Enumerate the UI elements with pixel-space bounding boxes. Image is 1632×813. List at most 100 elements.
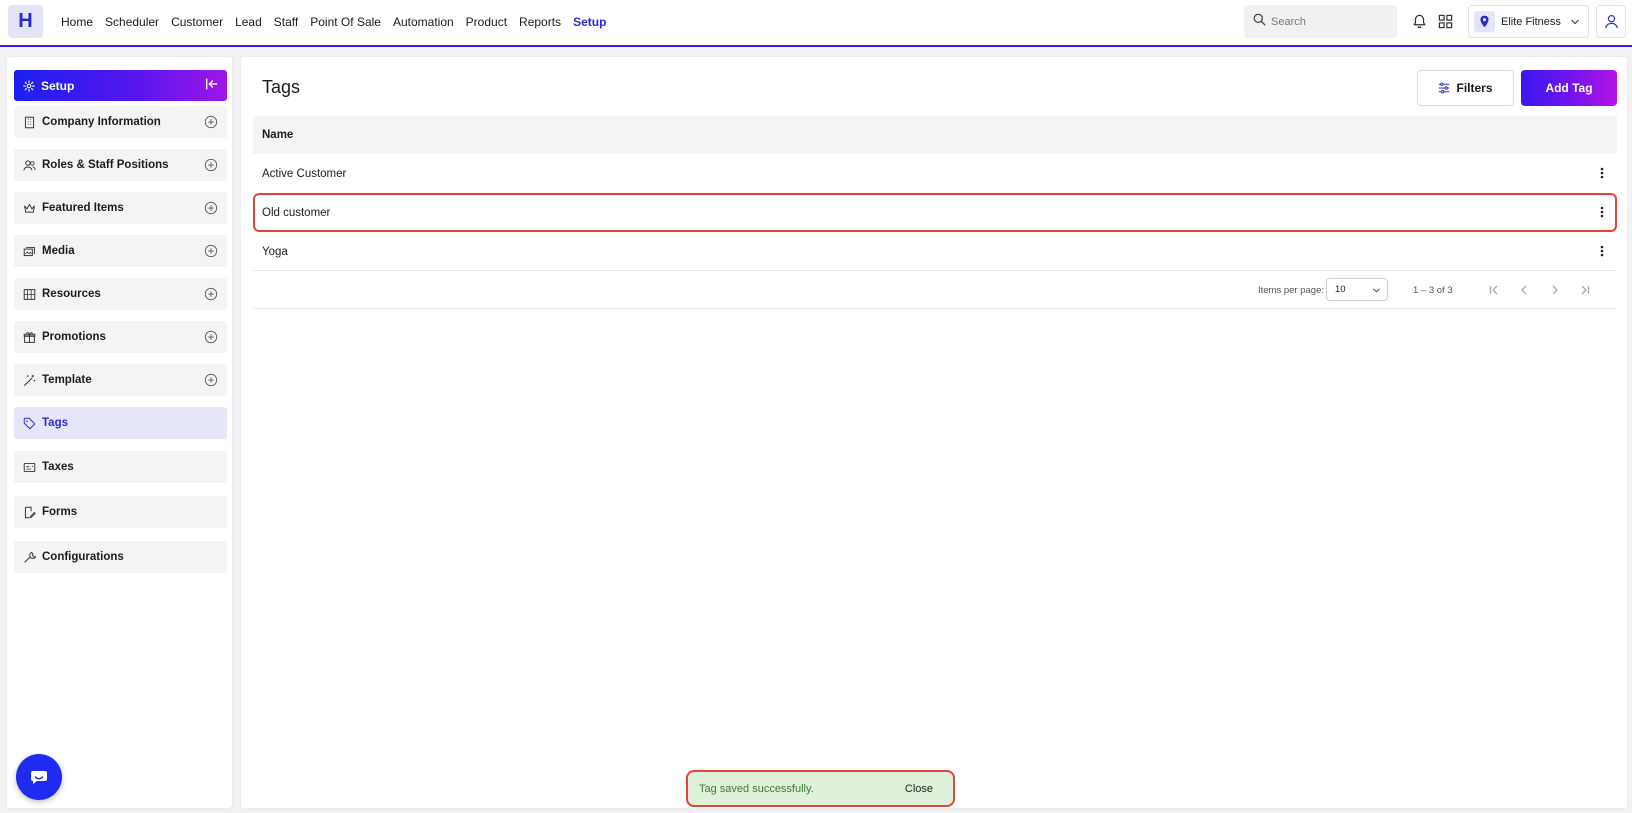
toast-message: Tag saved successfully.: [699, 782, 814, 795]
sidebar-item-template[interactable]: Template: [14, 364, 227, 396]
more-options-icon[interactable]: [1595, 166, 1609, 180]
nav-reports[interactable]: Reports: [519, 15, 561, 29]
sidebar-item-label: Company Information: [42, 116, 161, 128]
nav-automation[interactable]: Automation: [393, 15, 454, 29]
nav-setup[interactable]: Setup: [573, 15, 606, 29]
tags-table: Name Active Customer Old customer Yoga: [253, 116, 1617, 271]
chat-icon: [30, 769, 48, 785]
sidebar-item-label: Promotions: [42, 331, 106, 343]
sidebar-item-label: Configurations: [42, 551, 124, 563]
nav-scheduler[interactable]: Scheduler: [105, 15, 159, 29]
tag-icon: [22, 416, 36, 430]
sidebar-item-configurations[interactable]: Configurations: [14, 541, 227, 573]
previous-page-icon[interactable]: [1516, 282, 1532, 298]
filters-button[interactable]: Filters: [1417, 70, 1514, 106]
nav-customer[interactable]: Customer: [171, 15, 223, 29]
expand-plus-icon[interactable]: [204, 373, 218, 390]
expand-plus-icon[interactable]: [204, 330, 218, 347]
table-header-name[interactable]: Name: [253, 116, 1617, 154]
items-per-page-select[interactable]: 10: [1326, 278, 1388, 301]
page-title: Tags: [262, 77, 301, 97]
top-nav-bar: H Home Scheduler Customer Lead Staff Poi…: [0, 0, 1632, 47]
expand-plus-icon[interactable]: [204, 201, 218, 218]
main-nav: Home Scheduler Customer Lead Staff Point…: [61, 0, 618, 43]
wrench-icon: [22, 550, 36, 564]
filter-sliders-icon: [1439, 82, 1450, 94]
search-input[interactable]: [1271, 15, 1381, 28]
user-icon: [1604, 14, 1619, 29]
add-tag-button[interactable]: Add Tag: [1521, 70, 1617, 106]
sidebar-item-resources[interactable]: Resources: [14, 278, 227, 310]
sidebar-item-company-information[interactable]: Company Information: [14, 106, 227, 138]
nav-point-of-sale[interactable]: Point Of Sale: [310, 15, 381, 29]
sidebar-item-media[interactable]: Media: [14, 235, 227, 267]
form-edit-icon: [22, 505, 36, 519]
chat-support-button[interactable]: [16, 754, 62, 800]
next-page-icon[interactable]: [1547, 282, 1563, 298]
nav-staff[interactable]: Staff: [274, 15, 298, 29]
crown-icon: [22, 201, 36, 215]
sidebar-item-forms[interactable]: Forms: [14, 496, 227, 528]
more-options-icon[interactable]: [1595, 244, 1609, 258]
nav-lead[interactable]: Lead: [235, 15, 262, 29]
nav-product[interactable]: Product: [466, 15, 507, 29]
media-icon: [22, 244, 36, 258]
nav-home[interactable]: Home: [61, 15, 93, 29]
setup-sidebar: Setup Company Information Roles & Staff …: [6, 56, 233, 809]
sidebar-item-tags[interactable]: Tags: [14, 407, 227, 439]
magic-wand-icon: [22, 373, 36, 387]
sidebar-item-roles-staff-positions[interactable]: Roles & Staff Positions: [14, 149, 227, 181]
more-options-icon[interactable]: [1595, 205, 1609, 219]
items-per-page-label: Items per page:: [1258, 285, 1325, 296]
success-toast: Tag saved successfully. Close: [686, 770, 955, 807]
toast-close-button[interactable]: Close: [905, 783, 933, 795]
tax-card-icon: [22, 460, 36, 474]
sidebar-item-label: Roles & Staff Positions: [42, 159, 169, 171]
sidebar-header-label: Setup: [41, 78, 75, 93]
gift-icon: [22, 330, 36, 344]
building-icon: [22, 115, 36, 129]
users-icon: [22, 158, 36, 172]
chevron-down-icon: [1570, 17, 1580, 27]
page-range-label: 1 – 3 of 3: [1413, 285, 1453, 296]
apps-grid-icon[interactable]: [1436, 12, 1454, 30]
filters-label: Filters: [1456, 81, 1493, 95]
user-avatar-button[interactable]: [1596, 5, 1626, 38]
location-select[interactable]: Elite Fitness: [1468, 5, 1589, 38]
table-row[interactable]: Yoga: [253, 232, 1617, 271]
location-label: Elite Fitness: [1501, 15, 1561, 28]
search-box[interactable]: [1244, 5, 1397, 38]
sidebar-item-label: Featured Items: [42, 202, 124, 214]
collapse-sidebar-icon[interactable]: [205, 77, 219, 91]
location-pin-icon: [1474, 11, 1495, 32]
sidebar-item-taxes[interactable]: Taxes: [14, 451, 227, 483]
tag-name-cell: Old customer: [262, 206, 331, 219]
first-page-icon[interactable]: [1486, 282, 1502, 298]
sidebar-item-label: Forms: [42, 506, 78, 518]
paginator: Items per page: 10 1 – 3 of 3: [253, 270, 1617, 309]
sidebar-item-featured-items[interactable]: Featured Items: [14, 192, 227, 224]
sidebar-item-promotions[interactable]: Promotions: [14, 321, 227, 353]
tag-name-cell: Yoga: [262, 245, 288, 258]
gear-icon: [23, 79, 35, 92]
resources-icon: [22, 287, 36, 301]
bell-icon[interactable]: [1410, 12, 1428, 30]
expand-plus-icon[interactable]: [204, 158, 218, 175]
sidebar-item-label: Media: [42, 245, 75, 257]
sidebar-item-label: Tags: [42, 417, 68, 429]
table-row-highlighted[interactable]: Old customer: [253, 193, 1617, 232]
tag-name-cell: Active Customer: [262, 167, 347, 180]
app-logo[interactable]: H: [8, 5, 43, 38]
search-icon: [1253, 13, 1266, 31]
sidebar-item-label: Taxes: [42, 461, 74, 473]
items-per-page-value: 10: [1335, 284, 1346, 295]
chevron-down-icon: [1372, 288, 1381, 293]
sidebar-item-label: Template: [42, 374, 92, 386]
expand-plus-icon[interactable]: [204, 244, 218, 261]
sidebar-item-label: Resources: [42, 288, 101, 300]
expand-plus-icon[interactable]: [204, 287, 218, 304]
table-row[interactable]: Active Customer: [253, 154, 1617, 193]
main-panel: Tags Filters Add Tag Name Active Custome…: [240, 56, 1628, 809]
expand-plus-icon[interactable]: [204, 115, 218, 132]
last-page-icon[interactable]: [1577, 282, 1593, 298]
